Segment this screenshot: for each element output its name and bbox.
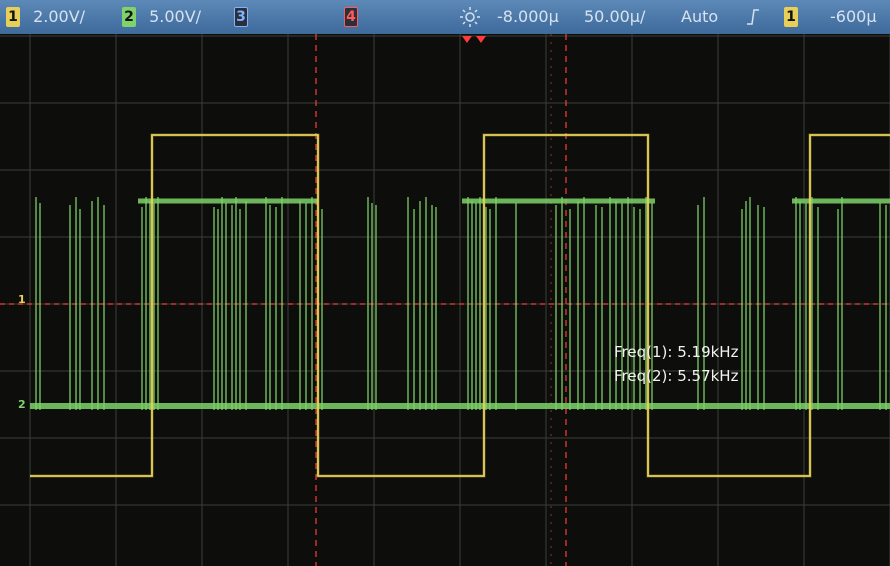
run-status[interactable] [458, 7, 482, 32]
measurement-label: Freq(2): [614, 367, 673, 385]
measurement-freq2: Freq(2): 5.57kHz [614, 364, 738, 388]
rising-edge-icon [747, 9, 759, 25]
waveform-canvas [0, 34, 890, 566]
trigger-mode[interactable]: Auto [681, 7, 718, 27]
trigger-position-marker [476, 36, 486, 43]
measurement-value: 5.57kHz [677, 367, 739, 385]
ch1-indicator: 1 [6, 7, 20, 27]
ch3-indicator: 3 [234, 7, 248, 27]
waveform-area[interactable] [0, 34, 890, 566]
ch1-scale: 2.00V/ [33, 7, 86, 26]
ch4-setting[interactable]: 4 [344, 7, 358, 27]
measurement-freq1: Freq(1): 5.19kHz [614, 340, 738, 364]
ch4-indicator: 4 [344, 7, 358, 27]
ch1-setting[interactable]: 1 2.00V/ [6, 7, 85, 27]
trigger-slope[interactable] [746, 7, 760, 32]
trigger-level[interactable]: -600µ [830, 7, 877, 27]
ch2-indicator: 2 [122, 7, 136, 27]
measurement-label: Freq(1): [614, 343, 673, 361]
measurement-value: 5.19kHz [677, 343, 739, 361]
trigger-position-marker [462, 36, 472, 43]
sun-icon [460, 7, 480, 27]
time-scale[interactable]: 50.00µ/ [584, 7, 645, 27]
ch2-scale: 5.00V/ [149, 7, 202, 26]
ch1-ground-marker[interactable]: 1 [18, 293, 26, 306]
ch2-setting[interactable]: 2 5.00V/ [122, 7, 201, 27]
trigger-source-indicator: 1 [784, 7, 798, 27]
ch3-setting[interactable]: 3 [234, 7, 248, 27]
time-offset[interactable]: -8.000µ [497, 7, 559, 27]
oscilloscope-display: 1 2.00V/ 2 5.00V/ 3 4 -8.000µ 50.00µ/ Au… [0, 0, 890, 566]
status-bar: 1 2.00V/ 2 5.00V/ 3 4 -8.000µ 50.00µ/ Au… [0, 0, 890, 34]
graticule [0, 34, 890, 566]
ch2-ground-marker[interactable]: 2 [18, 398, 26, 411]
measurement-panel: Freq(1): 5.19kHz Freq(2): 5.57kHz [614, 340, 738, 388]
trigger-source[interactable]: 1 [784, 7, 798, 27]
trigger-cursors [0, 34, 890, 566]
